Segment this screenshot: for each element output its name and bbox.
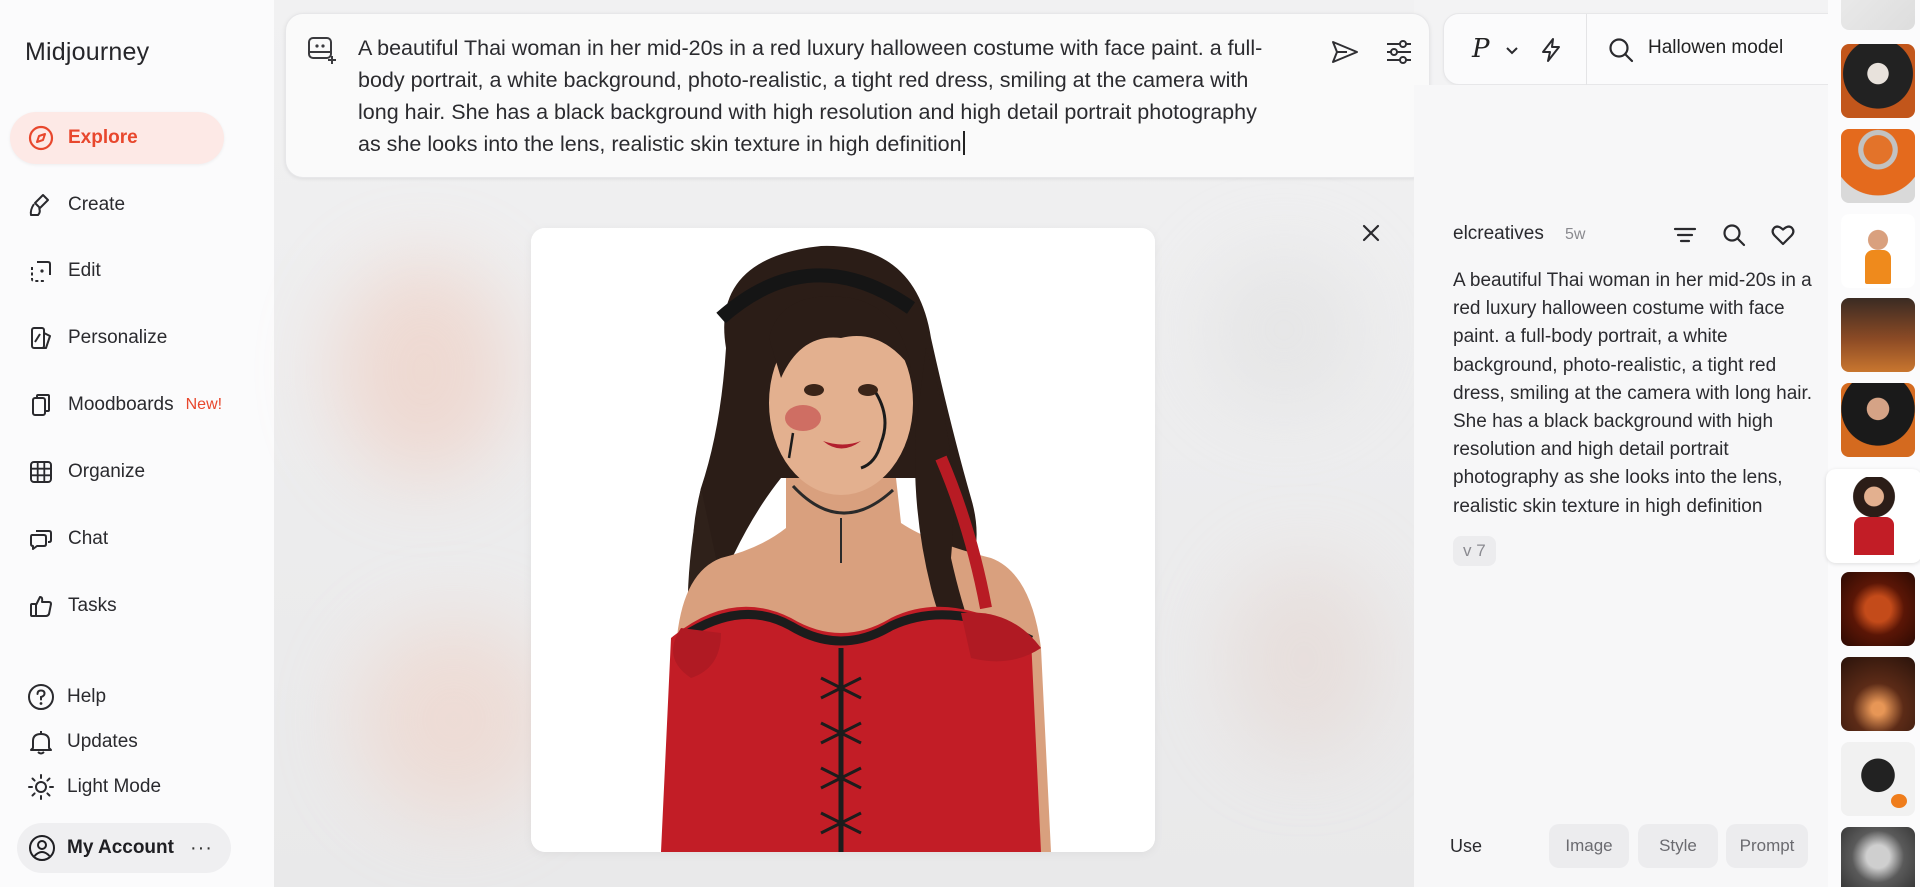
new-badge: New! <box>185 396 223 413</box>
sidebar-item-label: Chat <box>68 528 109 549</box>
thumbnail[interactable] <box>1841 214 1915 288</box>
sidebar-item-chat[interactable]: Chat <box>10 513 224 565</box>
help-label: Help <box>67 686 107 707</box>
thumbnail[interactable] <box>1841 383 1915 457</box>
post-age: 5w <box>1565 226 1586 243</box>
thumbnail[interactable] <box>1841 0 1915 30</box>
sidebar-item-organize[interactable]: Organize <box>10 446 224 498</box>
sidebar-item-label: Tasks <box>68 595 117 616</box>
more-options-icon[interactable]: ··· <box>190 837 213 860</box>
chat-icon <box>26 524 56 554</box>
thumbnail[interactable] <box>1841 572 1915 646</box>
search-similar-icon[interactable] <box>1721 222 1747 248</box>
edit-icon <box>26 256 56 286</box>
sidebar-item-personalize[interactable]: Personalize <box>10 312 224 364</box>
prompt-input-box[interactable]: A beautiful Thai woman in her mid-20s in… <box>285 13 1430 178</box>
settings-sliders-icon[interactable] <box>1383 36 1415 68</box>
prompt-description: A beautiful Thai woman in her mid-20s in… <box>1453 270 1813 517</box>
lightning-icon[interactable] <box>1537 36 1565 64</box>
updates-link[interactable]: Updates <box>12 722 138 762</box>
search-icon <box>1607 36 1635 64</box>
sidebar-item-label: Explore <box>68 127 138 148</box>
bell-icon <box>26 727 56 757</box>
sidebar-item-tasks[interactable]: Tasks <box>10 580 224 632</box>
sidebar-item-label: Edit <box>68 260 101 281</box>
brand-logo-text[interactable]: Midjourney <box>25 38 149 67</box>
send-icon[interactable] <box>1329 36 1361 68</box>
lines-menu-icon[interactable] <box>1672 222 1698 248</box>
add-image-icon[interactable] <box>306 34 338 66</box>
prompt-text: A beautiful Thai woman in her mid-20s in… <box>358 36 1263 156</box>
heart-icon[interactable] <box>1770 222 1796 248</box>
thumbnail[interactable] <box>1841 742 1915 816</box>
moodboards-icon <box>26 390 56 420</box>
toolbar-divider <box>1586 14 1587 86</box>
sun-icon <box>26 772 56 802</box>
selected-image[interactable] <box>531 228 1155 852</box>
help-icon <box>26 682 56 712</box>
compass-icon <box>26 123 56 153</box>
light-mode-toggle[interactable]: Light Mode <box>12 767 161 807</box>
use-prompt-button[interactable]: Prompt <box>1726 824 1808 868</box>
help-link[interactable]: Help <box>12 677 106 717</box>
account-icon <box>27 833 57 863</box>
text-caret <box>962 131 965 155</box>
use-style-button[interactable]: Style <box>1638 824 1718 868</box>
use-image-button[interactable]: Image <box>1549 824 1629 868</box>
thumbs-up-icon <box>26 591 56 621</box>
light-mode-label: Light Mode <box>67 776 162 797</box>
search-input[interactable]: Hallowen model <box>1648 37 1783 59</box>
thumbnail[interactable] <box>1841 129 1915 203</box>
woman-portrait-illustration <box>531 228 1155 852</box>
sidebar-item-label: Organize <box>68 461 146 482</box>
account-label: My Account <box>67 837 174 858</box>
author-name[interactable]: elcreatives <box>1453 223 1544 245</box>
my-account-button[interactable]: My Account ··· <box>17 823 231 873</box>
close-lightbox-icon[interactable] <box>1359 221 1383 245</box>
grid-icon <box>26 457 56 487</box>
sidebar: Midjourney Explore Create Edit Personali… <box>0 0 274 887</box>
personalize-icon <box>26 323 56 353</box>
prompt-textarea[interactable]: A beautiful Thai woman in her mid-20s in… <box>358 32 1283 160</box>
chevron-down-icon[interactable] <box>1504 42 1520 58</box>
sidebar-item-label: Moodboards <box>68 394 174 415</box>
search-toolbar: P Hallowen model <box>1443 13 1871 86</box>
personalization-mode-button[interactable]: P <box>1472 34 1490 64</box>
sidebar-item-edit[interactable]: Edit <box>10 245 224 297</box>
sidebar-item-explore[interactable]: Explore <box>10 112 224 164</box>
updates-label: Updates <box>67 731 138 752</box>
use-label: Use <box>1450 836 1483 856</box>
sidebar-item-label: Personalize <box>68 327 168 348</box>
version-badge: v 7 <box>1453 536 1496 566</box>
thumbnail-selected[interactable] <box>1826 469 1920 563</box>
sidebar-item-moodboards[interactable]: Moodboards New! <box>10 379 224 431</box>
sidebar-item-label: Create <box>68 194 126 215</box>
thumbnail[interactable] <box>1841 298 1915 372</box>
thumbnail[interactable] <box>1841 827 1915 887</box>
sidebar-item-create[interactable]: Create <box>10 179 224 231</box>
thumbnail[interactable] <box>1841 44 1915 118</box>
thumbnail[interactable] <box>1841 657 1915 731</box>
brush-icon <box>26 190 56 220</box>
